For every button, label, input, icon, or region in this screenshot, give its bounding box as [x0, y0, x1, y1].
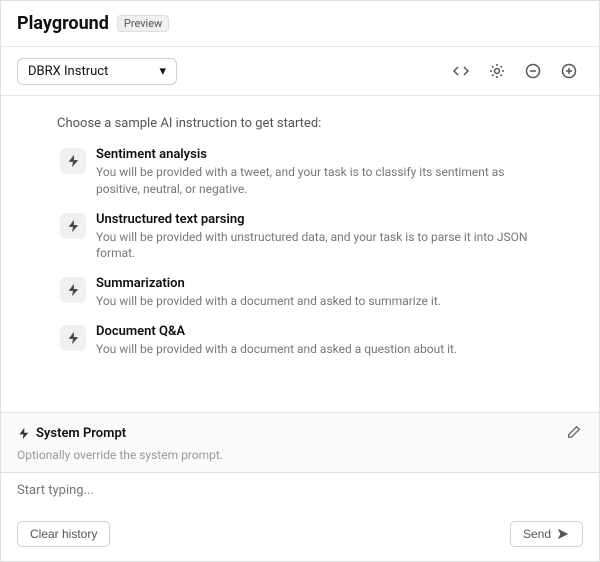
- sample-title-2: Summarization: [96, 276, 441, 291]
- system-prompt-section: System Prompt Optionally override the sy…: [1, 412, 599, 472]
- sample-title-1: Unstructured text parsing: [96, 212, 540, 227]
- model-select-value: DBRX Instruct: [28, 64, 108, 79]
- input-area: Clear history Send: [1, 472, 599, 561]
- header: Playground Preview: [1, 1, 599, 47]
- sample-desc-1: You will be provided with unstructured d…: [96, 229, 540, 263]
- bolt-icon: [60, 325, 86, 351]
- bolt-icon: [60, 213, 86, 239]
- lightning-icon: [66, 154, 80, 168]
- sample-desc-3: You will be provided with a document and…: [96, 341, 457, 358]
- sample-items-list: Sentiment analysis You will be provided …: [60, 147, 540, 358]
- sample-title-3: Document Q&A: [96, 324, 457, 339]
- toolbar: DBRX Instruct ▾: [1, 47, 599, 96]
- main-content: Choose a sample AI instruction to get st…: [1, 96, 599, 412]
- sample-desc-0: You will be provided with a tweet, and y…: [96, 164, 540, 198]
- app-container: Playground Preview DBRX Instruct ▾: [0, 0, 600, 562]
- minus-circle-icon: [525, 63, 541, 79]
- clear-history-button[interactable]: Clear history: [17, 521, 110, 547]
- lightning-icon: [66, 331, 80, 345]
- chevron-down-icon: ▾: [159, 64, 166, 79]
- sample-title-0: Sentiment analysis: [96, 147, 540, 162]
- toolbar-icons: [447, 57, 583, 85]
- plus-icon-button[interactable]: [555, 57, 583, 85]
- chat-input[interactable]: [17, 483, 583, 511]
- system-prompt-bolt-icon: [17, 427, 30, 440]
- preview-badge: Preview: [117, 15, 169, 32]
- list-item[interactable]: Unstructured text parsing You will be pr…: [60, 212, 540, 263]
- model-select[interactable]: DBRX Instruct ▾: [17, 58, 177, 85]
- sample-prompt-label: Choose a sample AI instruction to get st…: [17, 116, 321, 131]
- pencil-icon: [567, 425, 581, 439]
- plus-circle-icon: [561, 63, 577, 79]
- list-item[interactable]: Summarization You will be provided with …: [60, 276, 540, 310]
- system-prompt-placeholder-text: Optionally override the system prompt.: [17, 448, 583, 462]
- system-prompt-header: System Prompt: [17, 423, 583, 444]
- gear-icon: [489, 63, 505, 79]
- input-actions: Clear history Send: [17, 521, 583, 547]
- page-title: Playground: [17, 13, 109, 34]
- lightning-icon: [66, 219, 80, 233]
- send-button[interactable]: Send: [510, 521, 583, 547]
- lightning-icon: [66, 283, 80, 297]
- list-item[interactable]: Sentiment analysis You will be provided …: [60, 147, 540, 198]
- send-label: Send: [523, 527, 551, 541]
- sample-desc-2: You will be provided with a document and…: [96, 293, 441, 310]
- minus-icon-button[interactable]: [519, 57, 547, 85]
- list-item[interactable]: Document Q&A You will be provided with a…: [60, 324, 540, 358]
- edit-system-prompt-button[interactable]: [565, 423, 583, 444]
- code-icon-button[interactable]: [447, 57, 475, 85]
- code-icon: [453, 63, 469, 79]
- send-icon: [556, 527, 570, 541]
- system-prompt-title: System Prompt: [36, 426, 126, 441]
- bolt-icon: [60, 277, 86, 303]
- bolt-icon: [60, 148, 86, 174]
- settings-icon-button[interactable]: [483, 57, 511, 85]
